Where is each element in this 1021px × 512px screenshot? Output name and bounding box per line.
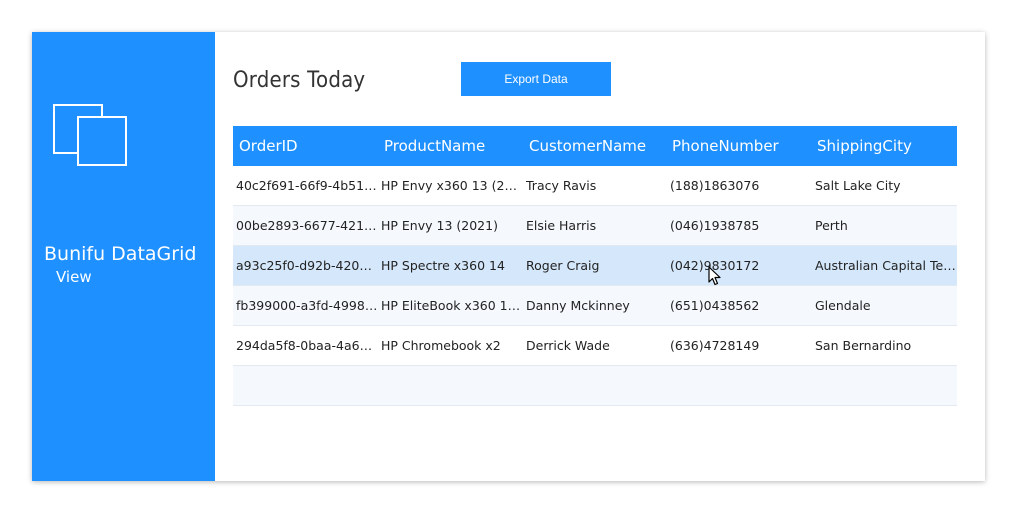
column-header-productname[interactable]: ProductName — [378, 137, 523, 155]
brand-title: Bunifu DataGrid — [44, 243, 197, 265]
overlapping-squares-icon — [53, 104, 129, 166]
cell-orderid[interactable]: 40c2f691-66f9-4b51-b... — [233, 178, 378, 193]
empty-new-row[interactable] — [233, 366, 957, 406]
cell-shippingcity[interactable]: Perth — [812, 218, 957, 233]
cell-orderid[interactable]: 294da5f8-0baa-4a63-... — [233, 338, 378, 353]
cell-customername[interactable]: Roger Craig — [523, 258, 667, 273]
table-row[interactable]: 40c2f691-66f9-4b51-b... HP Envy x360 13 … — [233, 166, 957, 206]
cell-phonenumber[interactable]: (042)9830172 — [667, 258, 812, 273]
mouse-pointer-icon — [708, 266, 721, 286]
column-header-shippingcity[interactable]: ShippingCity — [812, 137, 957, 155]
cell-shippingcity[interactable]: San Bernardino — [812, 338, 957, 353]
table-row-selected[interactable]: a93c25f0-d92b-4207-... HP Spectre x360 1… — [233, 246, 957, 286]
app-window: Bunifu DataGrid View Orders Today Export… — [32, 32, 985, 481]
table-row[interactable]: 00be2893-6677-421e-... HP Envy 13 (2021)… — [233, 206, 957, 246]
column-header-phonenumber[interactable]: PhoneNumber — [667, 137, 812, 155]
cell-shippingcity[interactable]: Salt Lake City — [812, 178, 957, 193]
cell-phonenumber[interactable]: (046)1938785 — [667, 218, 812, 233]
cell-customername[interactable]: Danny Mckinney — [523, 298, 667, 313]
table-row[interactable]: 294da5f8-0baa-4a63-... HP Chromebook x2 … — [233, 326, 957, 366]
cell-productname[interactable]: HP Envy x360 13 (202... — [378, 178, 523, 193]
cell-customername[interactable]: Derrick Wade — [523, 338, 667, 353]
cell-customername[interactable]: Elsie Harris — [523, 218, 667, 233]
cell-shippingcity[interactable]: Australian Capital Ter... — [812, 258, 957, 273]
brand-subtitle: View — [56, 268, 92, 286]
cell-phonenumber[interactable]: (188)1863076 — [667, 178, 812, 193]
cell-orderid[interactable]: 00be2893-6677-421e-... — [233, 218, 378, 233]
cell-phonenumber[interactable]: (651)0438562 — [667, 298, 812, 313]
export-data-button[interactable]: Export Data — [461, 62, 611, 96]
page-title: Orders Today — [233, 68, 366, 93]
cell-productname[interactable]: HP Spectre x360 14 — [378, 258, 523, 273]
cell-customername[interactable]: Tracy Ravis — [523, 178, 667, 193]
data-grid: OrderID ProductName CustomerName PhoneNu… — [233, 126, 957, 406]
cell-orderid[interactable]: a93c25f0-d92b-4207-... — [233, 258, 378, 273]
column-header-customername[interactable]: CustomerName — [523, 137, 667, 155]
column-header-orderid[interactable]: OrderID — [233, 137, 378, 155]
grid-header: OrderID ProductName CustomerName PhoneNu… — [233, 126, 957, 166]
cell-orderid[interactable]: fb399000-a3fd-4998-... — [233, 298, 378, 313]
table-row[interactable]: fb399000-a3fd-4998-... HP EliteBook x360… — [233, 286, 957, 326]
cell-productname[interactable]: HP EliteBook x360 10... — [378, 298, 523, 313]
sidebar: Bunifu DataGrid View — [32, 32, 215, 481]
cell-productname[interactable]: HP Chromebook x2 — [378, 338, 523, 353]
cell-shippingcity[interactable]: Glendale — [812, 298, 957, 313]
cell-phonenumber[interactable]: (636)4728149 — [667, 338, 812, 353]
cell-productname[interactable]: HP Envy 13 (2021) — [378, 218, 523, 233]
